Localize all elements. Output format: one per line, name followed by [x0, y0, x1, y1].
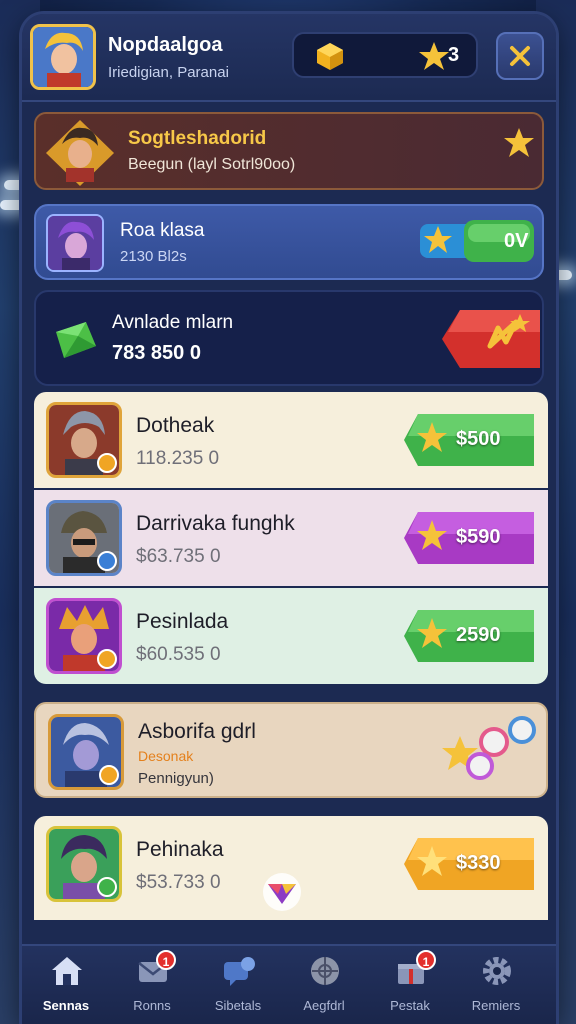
- nav-item-settings[interactable]: Remiers: [456, 954, 536, 1018]
- nav-label: Sennas: [42, 998, 90, 1013]
- star-currency-icon: [419, 42, 449, 70]
- buy-button[interactable]: 2590: [404, 610, 534, 662]
- rank-badge-icon: [99, 765, 119, 785]
- chips-reward-icon: [442, 716, 536, 780]
- available-amount-card: Avnlade mlarn 783 850 0: [34, 290, 544, 386]
- player-subtitle: Iriedigian, Paranai: [108, 64, 229, 81]
- featured-subtitle: 2130 Bl2s: [120, 248, 187, 265]
- item-title: Asborifa gdrl: [138, 720, 256, 743]
- claim-button-label: 0V: [504, 230, 529, 252]
- hero-thumbnail: [46, 402, 122, 478]
- hero-thumbnail: [46, 598, 122, 674]
- bottom-navigation: Sennas 1 Ronns Sibetals Aegfdrl 1 Pestak…: [22, 944, 556, 1024]
- nav-item-mail[interactable]: 1 Ronns: [112, 950, 192, 1018]
- item-subtitle: Pennigyun): [138, 770, 214, 787]
- nav-item-home[interactable]: Sennas: [26, 954, 106, 1018]
- hero-portrait: [46, 120, 114, 186]
- banner-subtitle: Beegun (layl Sotrl90oo): [128, 156, 296, 173]
- header-bar: Nopdaalgoa Iriedigian, Paranai 3: [22, 14, 556, 102]
- item-price: 118.235 0: [136, 448, 220, 469]
- nav-label: Aegfdrl: [303, 998, 345, 1013]
- available-title: Avnlade mlarn: [112, 312, 234, 333]
- item-title: Pesinlada: [136, 610, 229, 633]
- player-avatar[interactable]: [30, 24, 96, 90]
- collect-button[interactable]: [440, 306, 544, 372]
- hero-portrait: [46, 214, 104, 272]
- buy-button-label: $330: [456, 852, 501, 874]
- gold-cube-icon: [317, 43, 343, 70]
- promo-banner[interactable]: Sogtleshadorid Beegun (layl Sotrl90oo): [34, 112, 544, 190]
- rank-badge-icon: [97, 551, 117, 571]
- gem-icon: [56, 322, 96, 358]
- notification-badge: 1: [156, 950, 176, 970]
- rank-badge-icon: [97, 453, 117, 473]
- list-item[interactable]: Asborifa gdrl Desonak Pennigyun): [34, 702, 548, 798]
- star-icon: [504, 128, 534, 157]
- rank-badge-icon: [97, 649, 117, 669]
- nav-item-ball[interactable]: Aegfdrl: [284, 954, 364, 1018]
- buy-button[interactable]: $330: [404, 838, 534, 890]
- list-item[interactable]: Pehinaka $53.733 0 $330: [34, 816, 548, 920]
- nav-label: Ronns: [133, 998, 171, 1013]
- hero-thumbnail: [46, 826, 122, 902]
- item-list: Dotheak 118.235 0 $500 Darrivaka funghk …: [30, 392, 548, 1016]
- nav-label: Sibetals: [214, 998, 262, 1013]
- item-tag: Desonak: [138, 748, 194, 764]
- list-item[interactable]: Darrivaka funghk $63.735 0 $590: [34, 490, 548, 586]
- nav-item-chat[interactable]: Sibetals: [198, 954, 278, 1018]
- list-item[interactable]: Dotheak 118.235 0 $500: [34, 392, 548, 488]
- hero-thumbnail: [48, 714, 124, 790]
- chat-icon: [224, 957, 255, 986]
- buy-button-label: 2590: [456, 624, 501, 646]
- item-price: $53.733 0: [136, 872, 221, 893]
- featured-title: Roa klasa: [120, 220, 205, 241]
- gear-icon: [483, 957, 511, 985]
- notification-badge: 1: [416, 950, 436, 970]
- buy-button[interactable]: $590: [404, 512, 534, 564]
- rank-badge-icon: [97, 877, 117, 897]
- shop-panel: Nopdaalgoa Iriedigian, Paranai 3 Sogtles…: [22, 14, 556, 1024]
- hero-thumbnail: [46, 500, 122, 576]
- close-icon: [510, 46, 530, 66]
- nav-label: Remiers: [471, 998, 521, 1013]
- heart-gem-icon: [263, 873, 301, 911]
- close-button[interactable]: [496, 32, 544, 80]
- item-title: Dotheak: [136, 414, 215, 437]
- home-icon: [52, 957, 82, 985]
- nav-label: Pestak: [390, 998, 430, 1013]
- buy-button-label: $500: [456, 428, 501, 450]
- buy-button[interactable]: $500: [404, 414, 534, 466]
- list-item[interactable]: Pesinlada $60.535 0 2590: [34, 588, 548, 684]
- buy-button-label: $590: [456, 526, 501, 548]
- item-price: $60.535 0: [136, 644, 221, 665]
- banner-title: Sogtleshadorid: [128, 128, 267, 149]
- item-title: Pehinaka: [136, 838, 224, 861]
- item-price: $63.735 0: [136, 546, 221, 567]
- player-name: Nopdaalgoa: [108, 34, 223, 56]
- featured-offer-card[interactable]: Roa klasa 2130 Bl2s 0V: [34, 204, 544, 280]
- ball-icon: [311, 957, 339, 985]
- currency-count: 3: [448, 44, 460, 66]
- item-title: Darrivaka funghk: [136, 512, 295, 535]
- nav-item-gift[interactable]: 1 Pestak: [370, 950, 450, 1018]
- available-value: 783 850 0: [112, 342, 201, 364]
- currency-display[interactable]: 3: [292, 32, 478, 78]
